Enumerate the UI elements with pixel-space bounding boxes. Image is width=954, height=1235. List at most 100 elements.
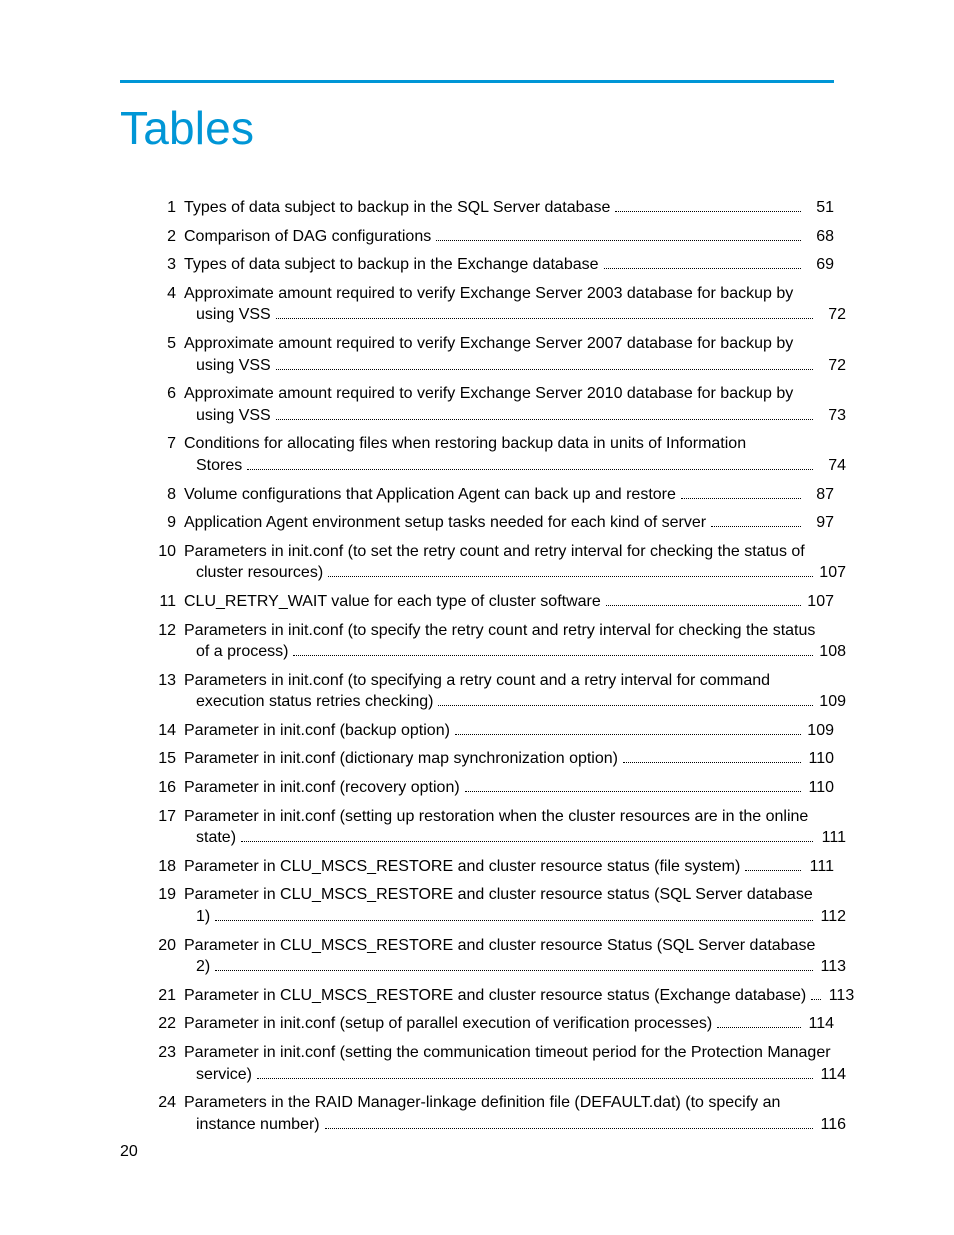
toc-entry-text: Parameters in init.conf (to specifying a… bbox=[184, 670, 834, 692]
toc-entry-number: 4 bbox=[148, 283, 184, 305]
toc-entry[interactable]: 21Parameter in CLU_MSCS_RESTORE and clus… bbox=[148, 985, 834, 1007]
toc-entry-line: Parameter in init.conf (setup of paralle… bbox=[184, 1013, 834, 1035]
toc-leader bbox=[215, 959, 813, 971]
toc-entry-line: execution status retries checking)109 bbox=[184, 691, 846, 713]
toc-entry-line: Parameter in CLU_MSCS_RESTORE and cluste… bbox=[184, 985, 834, 1007]
toc-leader bbox=[717, 1016, 801, 1028]
toc-leader bbox=[241, 830, 813, 842]
toc-leader bbox=[293, 644, 813, 656]
toc-entry-body: Parameters in init.conf (to set the retr… bbox=[184, 541, 834, 584]
toc-entry-text: Approximate amount required to verify Ex… bbox=[184, 283, 834, 305]
toc-entry-line: Parameter in CLU_MSCS_RESTORE and cluste… bbox=[184, 935, 834, 957]
toc-entry-line: of a process)108 bbox=[184, 641, 846, 663]
toc-entry-text: Parameter in init.conf (setup of paralle… bbox=[184, 1013, 712, 1035]
toc-entry-page: 72 bbox=[818, 304, 846, 326]
toc-entry-number: 20 bbox=[148, 935, 184, 957]
toc-entry-number: 13 bbox=[148, 670, 184, 692]
toc-leader bbox=[215, 909, 813, 921]
toc-entry[interactable]: 23Parameter in init.conf (setting the co… bbox=[148, 1042, 834, 1085]
toc-entry-text: of a process) bbox=[196, 641, 288, 663]
toc-entry[interactable]: 3Types of data subject to backup in the … bbox=[148, 254, 834, 276]
toc-entry-text: Parameter in init.conf (recovery option) bbox=[184, 777, 460, 799]
toc-entry-page: 110 bbox=[806, 748, 834, 770]
toc-entry[interactable]: 17Parameter in init.conf (setting up res… bbox=[148, 806, 834, 849]
toc-entry-text: Application Agent environment setup task… bbox=[184, 512, 706, 534]
toc-entry-line: Stores74 bbox=[184, 455, 846, 477]
toc-entry-page: 113 bbox=[826, 985, 854, 1007]
toc-entry-page: 112 bbox=[818, 906, 846, 928]
toc-entry-line: Application Agent environment setup task… bbox=[184, 512, 834, 534]
toc-entry-body: Types of data subject to backup in the E… bbox=[184, 254, 834, 276]
toc-entry[interactable]: 12Parameters in init.conf (to specify th… bbox=[148, 620, 834, 663]
toc-entry-line: Conditions for allocating files when res… bbox=[184, 433, 834, 455]
toc-entry[interactable]: 9Application Agent environment setup tas… bbox=[148, 512, 834, 534]
toc-entry-line: service)114 bbox=[184, 1064, 846, 1086]
toc-entry-body: Parameter in CLU_MSCS_RESTORE and cluste… bbox=[184, 935, 834, 978]
toc-entry-body: Application Agent environment setup task… bbox=[184, 512, 834, 534]
toc-entry-text: Parameter in CLU_MSCS_RESTORE and cluste… bbox=[184, 884, 834, 906]
toc-entry[interactable]: 11CLU_RETRY_WAIT value for each type of … bbox=[148, 591, 834, 613]
toc-leader bbox=[681, 486, 801, 498]
toc-entry-page: 72 bbox=[818, 355, 846, 377]
toc-entry[interactable]: 5Approximate amount required to verify E… bbox=[148, 333, 834, 376]
toc-entry-text: Parameter in CLU_MSCS_RESTORE and cluste… bbox=[184, 985, 806, 1007]
toc-entry[interactable]: 4Approximate amount required to verify E… bbox=[148, 283, 834, 326]
toc-entry[interactable]: 15Parameter in init.conf (dictionary map… bbox=[148, 748, 834, 770]
toc-entry-text: Parameter in init.conf (setting the comm… bbox=[184, 1042, 834, 1064]
toc-entry-text: CLU_RETRY_WAIT value for each type of cl… bbox=[184, 591, 601, 613]
toc-leader bbox=[606, 594, 801, 606]
toc-entry-number: 9 bbox=[148, 512, 184, 534]
toc-entry[interactable]: 1Types of data subject to backup in the … bbox=[148, 197, 834, 219]
toc-entry-text: Comparison of DAG configurations bbox=[184, 226, 431, 248]
toc-entry[interactable]: 24Parameters in the RAID Manager-linkage… bbox=[148, 1092, 834, 1135]
toc-entry-page: 110 bbox=[806, 777, 834, 799]
toc-entry-body: Parameter in init.conf (backup option)10… bbox=[184, 720, 834, 742]
toc-entry[interactable]: 22Parameter in init.conf (setup of paral… bbox=[148, 1013, 834, 1035]
toc-leader bbox=[247, 458, 813, 470]
toc-entry-body: Conditions for allocating files when res… bbox=[184, 433, 834, 476]
toc-entry-page: 51 bbox=[806, 197, 834, 219]
toc-entry[interactable]: 18Parameter in CLU_MSCS_RESTORE and clus… bbox=[148, 856, 834, 878]
toc-entry[interactable]: 16Parameter in init.conf (recovery optio… bbox=[148, 777, 834, 799]
toc-entry-body: Parameter in init.conf (recovery option)… bbox=[184, 777, 834, 799]
toc-entry-line: 2)113 bbox=[184, 956, 846, 978]
toc-entry[interactable]: 6Approximate amount required to verify E… bbox=[148, 383, 834, 426]
toc-entry-body: CLU_RETRY_WAIT value for each type of cl… bbox=[184, 591, 834, 613]
toc-entry-number: 16 bbox=[148, 777, 184, 799]
toc-entry-line: Parameter in init.conf (backup option)10… bbox=[184, 720, 834, 742]
toc-entry[interactable]: 7Conditions for allocating files when re… bbox=[148, 433, 834, 476]
toc-entry-text: state) bbox=[196, 827, 236, 849]
toc-entry-text: Stores bbox=[196, 455, 242, 477]
toc-entry[interactable]: 14Parameter in init.conf (backup option)… bbox=[148, 720, 834, 742]
toc-entry-text: Parameters in init.conf (to specify the … bbox=[184, 620, 834, 642]
toc-entry-number: 24 bbox=[148, 1092, 184, 1114]
toc-entry-number: 19 bbox=[148, 884, 184, 906]
toc-entry-page: 113 bbox=[818, 956, 846, 978]
toc-entry-line: Parameters in init.conf (to specify the … bbox=[184, 620, 834, 642]
toc-entry[interactable]: 20Parameter in CLU_MSCS_RESTORE and clus… bbox=[148, 935, 834, 978]
toc-entry[interactable]: 13Parameters in init.conf (to specifying… bbox=[148, 670, 834, 713]
toc-entry-line: using VSS 73 bbox=[184, 405, 846, 427]
toc-entry-line: instance number)116 bbox=[184, 1114, 846, 1136]
toc-entry[interactable]: 2Comparison of DAG configurations68 bbox=[148, 226, 834, 248]
toc-entry-body: Parameter in init.conf (dictionary map s… bbox=[184, 748, 834, 770]
toc-entry-line: Parameters in init.conf (to specifying a… bbox=[184, 670, 834, 692]
toc-entry-line: using VSS72 bbox=[184, 355, 846, 377]
toc-entry-page: 73 bbox=[818, 405, 846, 427]
toc-entry-text: using VSS bbox=[196, 405, 271, 427]
toc-leader bbox=[745, 859, 801, 871]
toc-entry-line: 1)112 bbox=[184, 906, 846, 928]
toc-entry-line: cluster resources)107 bbox=[184, 562, 846, 584]
toc-entry-number: 2 bbox=[148, 226, 184, 248]
toc-entry-number: 18 bbox=[148, 856, 184, 878]
toc-entry-page: 109 bbox=[806, 720, 834, 742]
toc-entry-number: 22 bbox=[148, 1013, 184, 1035]
toc-entry-page: 107 bbox=[806, 591, 834, 613]
toc-entry-body: Parameters in init.conf (to specify the … bbox=[184, 620, 834, 663]
toc-entry[interactable]: 19Parameter in CLU_MSCS_RESTORE and clus… bbox=[148, 884, 834, 927]
toc-entry-page: 111 bbox=[818, 827, 846, 849]
toc-entry[interactable]: 8Volume configurations that Application … bbox=[148, 484, 834, 506]
toc-entry[interactable]: 10Parameters in init.conf (to set the re… bbox=[148, 541, 834, 584]
toc-entry-number: 8 bbox=[148, 484, 184, 506]
toc-entry-text: service) bbox=[196, 1064, 252, 1086]
